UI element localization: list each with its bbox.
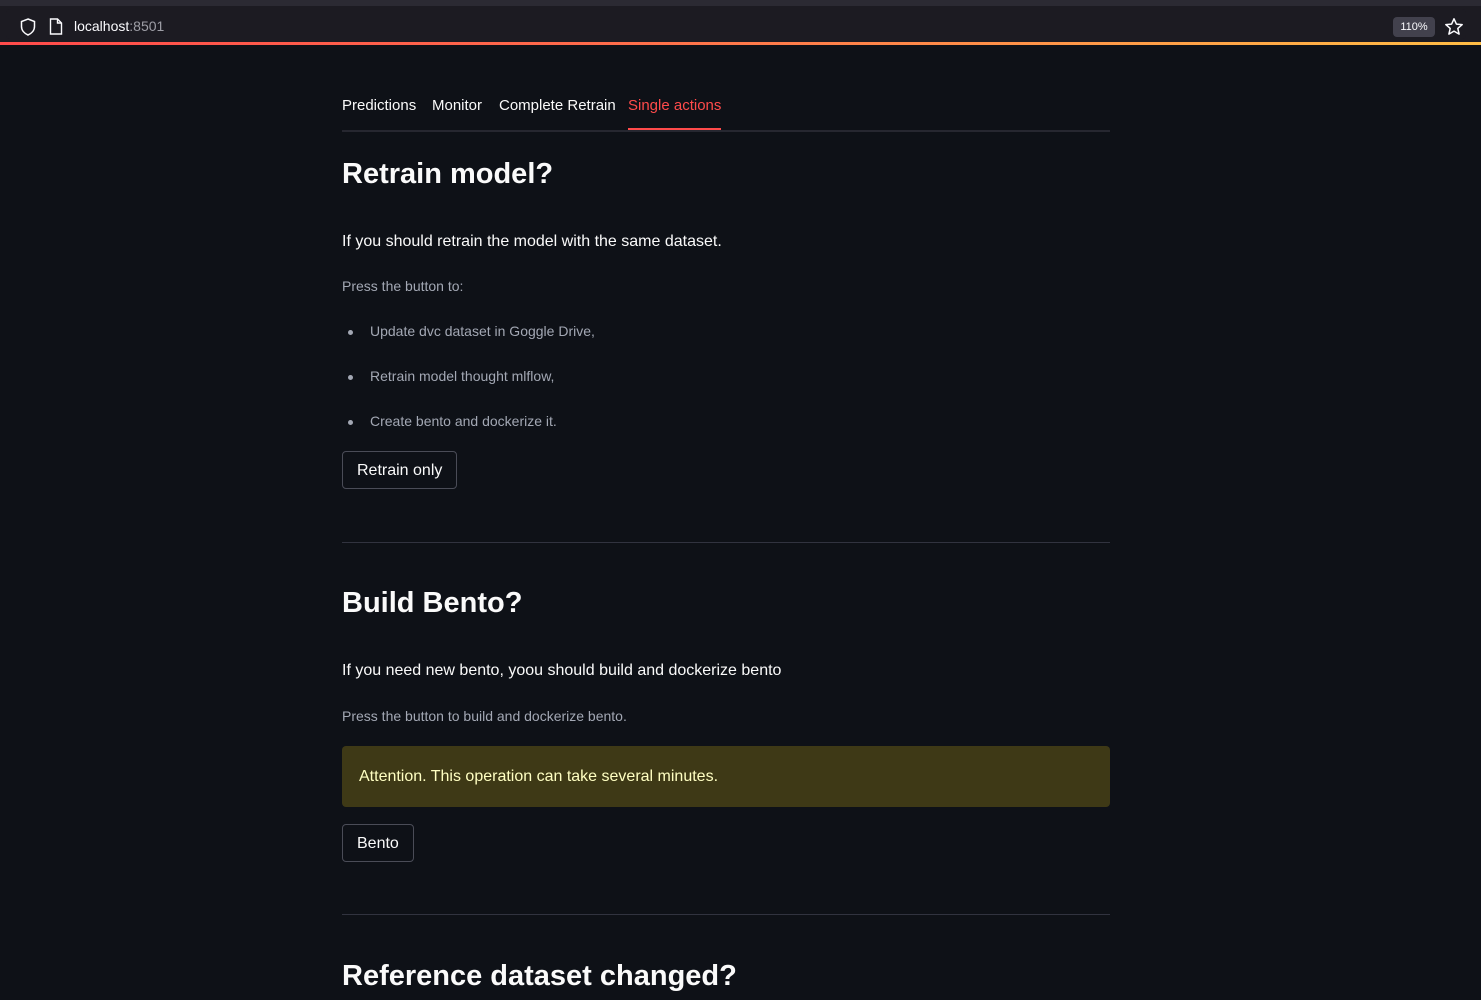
list-item: Create bento and dockerize it. <box>342 413 557 429</box>
tab-complete-retrain[interactable]: Complete Retrain <box>499 97 616 114</box>
tab-monitor[interactable]: Monitor <box>432 97 482 114</box>
bento-lead: If you need new bento, yoou should build… <box>342 662 782 679</box>
warning-alert: Attention. This operation can take sever… <box>342 746 1110 807</box>
tab-single-actions[interactable]: Single actions <box>628 97 722 130</box>
url-text[interactable]: localhost:8501 <box>74 18 164 34</box>
bento-title: Build Bento? <box>342 587 523 619</box>
tab-predictions[interactable]: Predictions <box>342 97 416 114</box>
list-item: Update dvc dataset in Goggle Drive, <box>342 323 595 339</box>
shield-icon[interactable] <box>20 18 36 36</box>
section-divider <box>342 542 1110 543</box>
browser-toolbar: localhost:8501 110% <box>0 6 1481 42</box>
reference-title: Reference dataset changed? <box>342 960 737 992</box>
url-host: localhost <box>74 18 130 34</box>
list-item: Retrain model thought mlflow, <box>342 368 554 384</box>
address-bar[interactable]: localhost:8501 110% <box>6 9 1466 39</box>
section-divider <box>342 914 1110 915</box>
bookmark-star-icon[interactable] <box>1444 17 1464 37</box>
main-content: Predictions Monitor Complete Retrain Sin… <box>342 45 1110 992</box>
retrain-only-button[interactable]: Retrain only <box>342 451 458 489</box>
bento-button[interactable]: Bento <box>342 824 414 862</box>
retrain-lead: If you should retrain the model with the… <box>342 233 722 250</box>
retrain-title: Retrain model? <box>342 158 554 190</box>
zoom-level-badge[interactable]: 110% <box>1393 17 1435 37</box>
tab-bar: Predictions Monitor Complete Retrain Sin… <box>342 97 1110 132</box>
bento-intro: Press the button to build and dockerize … <box>342 708 627 724</box>
page-icon[interactable] <box>49 18 63 35</box>
url-port: :8501 <box>129 18 165 34</box>
retrain-intro: Press the button to: <box>342 278 464 294</box>
